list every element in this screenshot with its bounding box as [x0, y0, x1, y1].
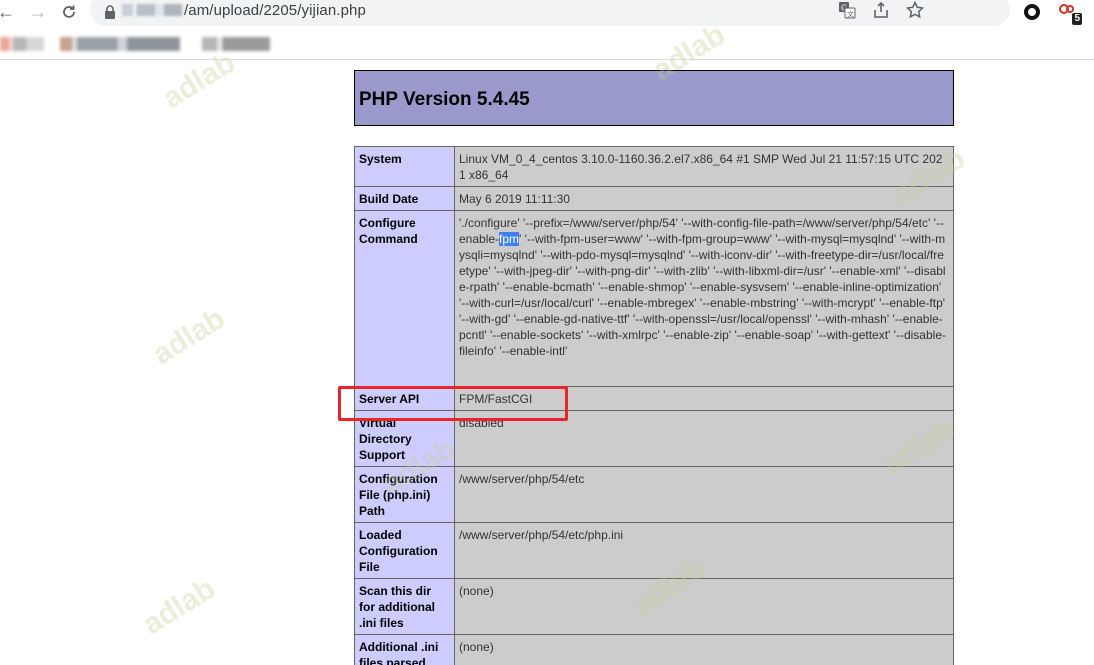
extension-circle-icon[interactable] — [1024, 4, 1040, 20]
bookmark-item-blurred[interactable] — [202, 37, 270, 51]
address-bar[interactable]: /am/upload/2205/yijian.php G文 — [90, 0, 1010, 26]
lock-icon — [105, 5, 115, 19]
table-row: Configure Command './configure' '--prefi… — [354, 210, 954, 387]
table-row: Loaded Configuration File /www/server/ph… — [354, 522, 954, 579]
table-row: System Linux VM_0_4_centos 3.10.0-1160.3… — [354, 146, 954, 187]
row-key: Additional .ini files parsed — [354, 634, 455, 665]
annotation-highlight-box — [338, 386, 568, 421]
forward-arrow-icon[interactable]: → — [26, 0, 50, 24]
table-row: Scan this dir for additional .ini files … — [354, 578, 954, 635]
watermark: adlab — [146, 301, 231, 372]
row-value: (none) — [454, 634, 954, 665]
row-key: Loaded Configuration File — [354, 522, 455, 579]
row-key: Scan this dir for additional .ini files — [354, 578, 455, 635]
row-value: /www/server/php/54/etc/php.ini — [454, 522, 954, 579]
url-path: /am/upload/2205/yijian.php — [184, 2, 366, 19]
extension-badge-icon[interactable]: 5 — [1058, 2, 1082, 25]
page-title: PHP Version 5.4.45 — [359, 89, 530, 110]
row-value: './configure' '--prefix=/www/server/php/… — [454, 210, 954, 387]
bookmark-item-blurred[interactable] — [60, 37, 180, 51]
row-key: Configure Command — [354, 210, 455, 387]
bookmark-item-blurred[interactable] — [0, 37, 44, 51]
phpinfo-container: PHP Version 5.4.45 — [354, 70, 954, 126]
configure-command-text-end: ' '--with-fpm-user=www' '--with-fpm-grou… — [459, 232, 946, 358]
table-row: Configuration File (php.ini) Path /www/s… — [354, 466, 954, 523]
svg-text:文: 文 — [847, 10, 854, 19]
reload-icon[interactable] — [57, 0, 81, 24]
share-icon[interactable] — [872, 1, 890, 19]
row-value: Linux VM_0_4_centos 3.10.0-1160.36.2.el7… — [454, 146, 954, 187]
translate-icon[interactable]: G文 — [838, 1, 856, 19]
bookmarks-bar — [0, 30, 1094, 60]
table-row: Build Date May 6 2019 11:11:30 — [354, 186, 954, 211]
table-row: Additional .ini files parsed (none) — [354, 634, 954, 665]
php-version-header: PHP Version 5.4.45 — [354, 70, 954, 126]
row-key: System — [354, 146, 455, 187]
url-host-blurred — [122, 4, 182, 16]
row-value: (none) — [454, 578, 954, 635]
row-key: Build Date — [354, 186, 455, 211]
watermark: adlab — [136, 571, 221, 642]
row-value: May 6 2019 11:11:30 — [454, 186, 954, 211]
selected-text-highlight: fpm — [499, 232, 520, 246]
extension-badge-count: 5 — [1072, 13, 1082, 25]
row-value: /www/server/php/54/etc — [454, 466, 954, 523]
browser-toolbar: ← → /am/upload/2205/yijian.php G文 5 — [0, 0, 1094, 26]
bookmark-star-icon[interactable] — [905, 0, 925, 19]
row-key: Configuration File (php.ini) Path — [354, 466, 455, 523]
back-arrow-icon[interactable]: ← — [0, 0, 18, 24]
